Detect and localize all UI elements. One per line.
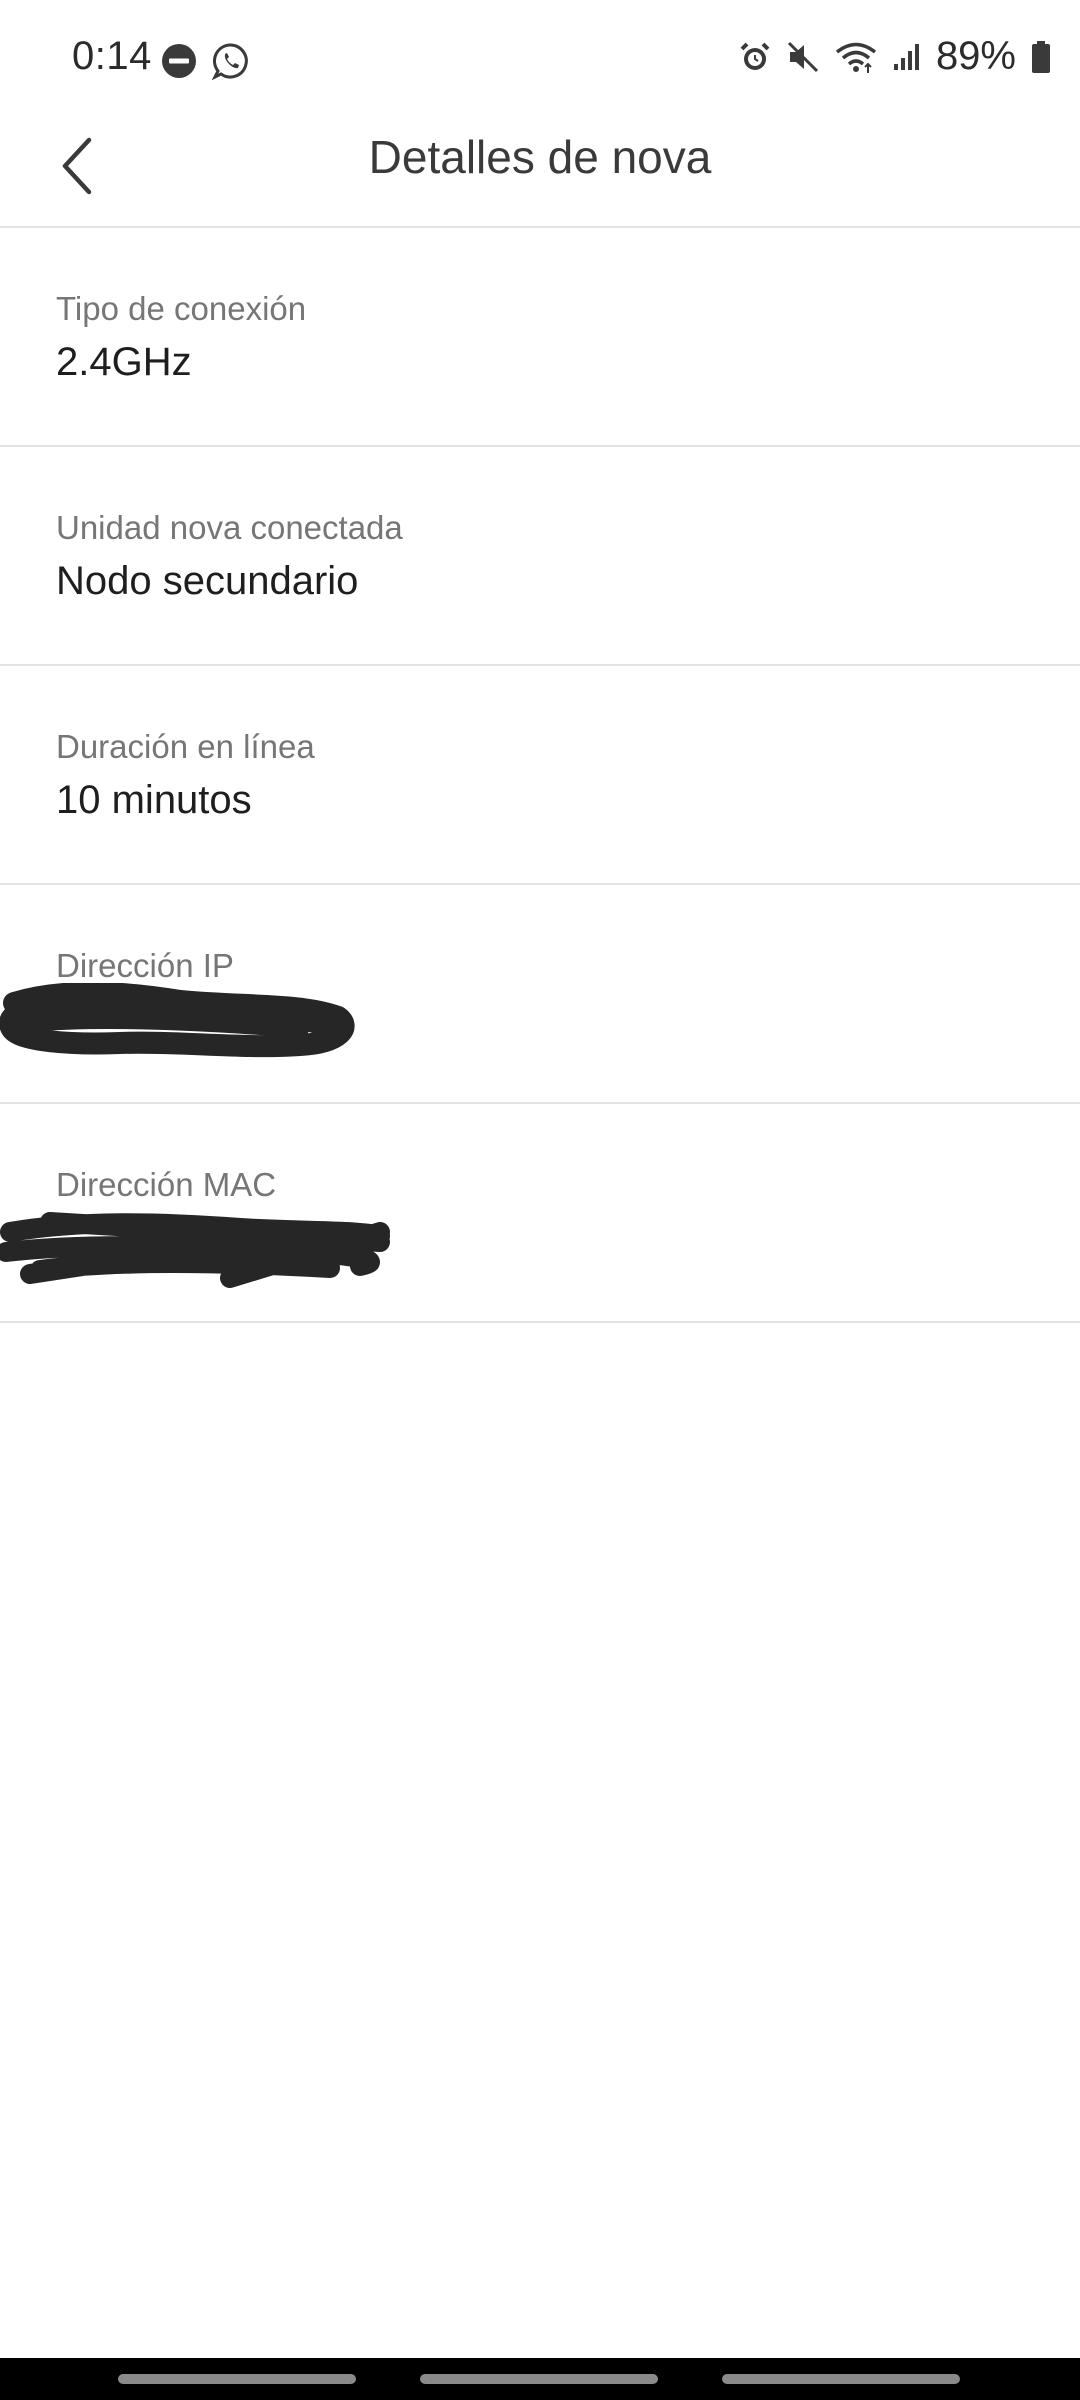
nav-recents-button[interactable] (118, 2374, 356, 2384)
battery-icon (1030, 40, 1052, 74)
detail-label: Duración en línea (56, 728, 315, 765)
detail-label: Tipo de conexión (56, 290, 307, 327)
detail-row-connected-unit: Unidad nova conectada Nodo secundario (0, 447, 1080, 666)
detail-row-mac-address: Dirección MAC (0, 1104, 1080, 1323)
redaction-scribble (0, 983, 355, 1058)
whatsapp-icon (212, 42, 250, 80)
status-right: 89% (738, 34, 1052, 79)
detail-label: Dirección MAC (56, 1166, 277, 1203)
status-time: 0:14 (72, 34, 152, 78)
signal-icon (892, 42, 922, 72)
do-not-disturb-icon (160, 42, 198, 80)
status-left-icons (160, 42, 250, 80)
detail-label: Dirección IP (56, 947, 234, 984)
detail-value: Nodo secundario (56, 559, 359, 603)
detail-label: Unidad nova conectada (56, 509, 403, 546)
detail-value: 10 minutos (56, 778, 252, 822)
nav-back-button[interactable] (722, 2374, 960, 2384)
page-title: Detalles de nova (368, 131, 712, 183)
details-list: Tipo de conexión 2.4GHz Unidad nova cone… (0, 228, 1080, 1323)
system-nav-bar (0, 2358, 1080, 2400)
battery-percentage: 89% (935, 34, 1016, 78)
screen: 0:14 89% Detalles de nova Tipo de conexi… (0, 0, 1080, 2400)
wifi-icon (834, 40, 878, 74)
app-header: Detalles de nova (0, 120, 1080, 228)
alarm-icon (738, 40, 772, 74)
detail-row-online-duration: Duración en línea 10 minutos (0, 666, 1080, 885)
mute-icon (786, 40, 820, 74)
redaction-scribble (0, 1212, 390, 1288)
detail-row-connection-type: Tipo de conexión 2.4GHz (0, 228, 1080, 447)
nav-home-button[interactable] (420, 2374, 658, 2384)
detail-value: 2.4GHz (56, 340, 192, 384)
status-bar: 0:14 89% (0, 0, 1080, 120)
detail-row-ip-address: Dirección IP (0, 885, 1080, 1104)
